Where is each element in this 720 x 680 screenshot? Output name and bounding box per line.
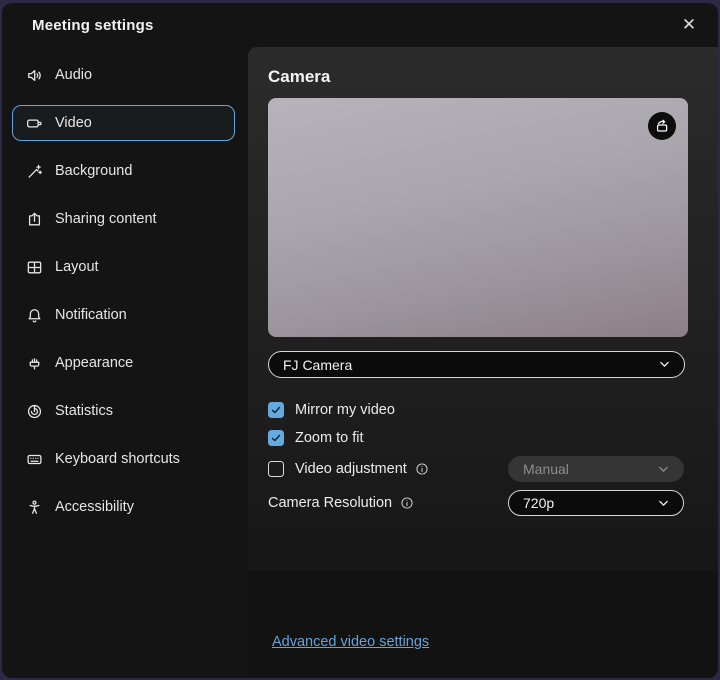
info-icon[interactable]	[415, 462, 429, 476]
camera-section: Camera FJ Camera	[248, 47, 718, 571]
video-adjustment-select: Manual	[508, 456, 684, 482]
close-icon[interactable]: ✕	[676, 12, 702, 38]
bell-icon	[26, 307, 43, 324]
keyboard-icon	[26, 451, 43, 468]
sidebar-item-video[interactable]: Video	[12, 105, 235, 141]
layout-grid-icon	[26, 259, 43, 276]
video-adjustment-value: Manual	[523, 461, 569, 477]
zoom-to-fit-label: Zoom to fit	[295, 430, 364, 446]
sidebar-item-label: Statistics	[55, 403, 113, 419]
info-icon[interactable]	[400, 496, 414, 510]
rotate-camera-button[interactable]	[648, 112, 676, 140]
magic-wand-icon	[26, 163, 43, 180]
sidebar-item-label: Keyboard shortcuts	[55, 451, 180, 467]
camera-device-value: FJ Camera	[283, 357, 352, 373]
chevron-down-icon	[657, 497, 670, 510]
camera-options: Mirror my video Zoom to fit	[268, 400, 684, 448]
video-adjustment-checkbox-row[interactable]: Video adjustment	[268, 461, 429, 477]
sidebar-item-appearance[interactable]: Appearance	[12, 345, 235, 381]
sidebar-item-label: Accessibility	[55, 499, 134, 515]
sidebar-item-label: Video	[55, 115, 92, 131]
sidebar-item-label: Appearance	[55, 355, 133, 371]
paintbrush-icon	[26, 355, 43, 372]
chevron-down-icon	[657, 463, 670, 476]
video-adjustment-label: Video adjustment	[295, 461, 407, 477]
meeting-settings-dialog: Meeting settings ✕ Audio	[2, 3, 718, 678]
mirror-my-video-label: Mirror my video	[295, 402, 395, 418]
panel-footer: Advanced video settings	[248, 571, 718, 678]
sidebar-item-label: Notification	[55, 307, 127, 323]
sidebar-item-audio[interactable]: Audio	[12, 57, 235, 93]
speaker-icon	[26, 67, 43, 84]
rotate-camera-icon	[653, 117, 671, 135]
camera-resolution-row: Camera Resolution 720p	[268, 490, 684, 516]
accessibility-person-icon	[26, 499, 43, 516]
zoom-to-fit-checkbox-row[interactable]: Zoom to fit	[268, 428, 684, 448]
camera-resolution-value: 720p	[523, 495, 554, 511]
camera-preview	[268, 98, 688, 337]
video-adjustment-row: Video adjustment Manual	[268, 456, 684, 482]
checkbox-checked-icon[interactable]	[268, 402, 284, 418]
sidebar-item-label: Sharing content	[55, 211, 157, 227]
sidebar-item-label: Layout	[55, 259, 99, 275]
camera-resolution-select[interactable]: 720p	[508, 490, 684, 516]
dialog-content: Audio Video	[2, 47, 718, 678]
sidebar-item-keyboard-shortcuts[interactable]: Keyboard shortcuts	[12, 441, 235, 477]
sidebar-item-sharing-content[interactable]: Sharing content	[12, 201, 235, 237]
video-settings-panel: Camera FJ Camera	[248, 47, 718, 678]
camera-heading: Camera	[268, 67, 684, 87]
sidebar-item-label: Audio	[55, 67, 92, 83]
camera-device-select[interactable]: FJ Camera	[268, 351, 685, 378]
checkbox-unchecked-icon[interactable]	[268, 461, 284, 477]
dialog-title: Meeting settings	[32, 17, 154, 34]
sidebar-item-background[interactable]: Background	[12, 153, 235, 189]
chevron-down-icon	[658, 358, 671, 371]
sidebar-item-statistics[interactable]: Statistics	[12, 393, 235, 429]
sidebar-item-label: Background	[55, 163, 132, 179]
camera-resolution-label: Camera Resolution	[268, 495, 392, 511]
share-icon	[26, 211, 43, 228]
titlebar: Meeting settings ✕	[2, 3, 718, 47]
video-camera-icon	[26, 115, 43, 132]
advanced-video-settings-link[interactable]: Advanced video settings	[272, 634, 429, 650]
sidebar: Audio Video	[2, 47, 248, 678]
sidebar-item-accessibility[interactable]: Accessibility	[12, 489, 235, 525]
stats-donut-icon	[26, 403, 43, 420]
sidebar-item-layout[interactable]: Layout	[12, 249, 235, 285]
checkbox-checked-icon[interactable]	[268, 430, 284, 446]
sidebar-item-notification[interactable]: Notification	[12, 297, 235, 333]
mirror-my-video-checkbox-row[interactable]: Mirror my video	[268, 400, 684, 420]
